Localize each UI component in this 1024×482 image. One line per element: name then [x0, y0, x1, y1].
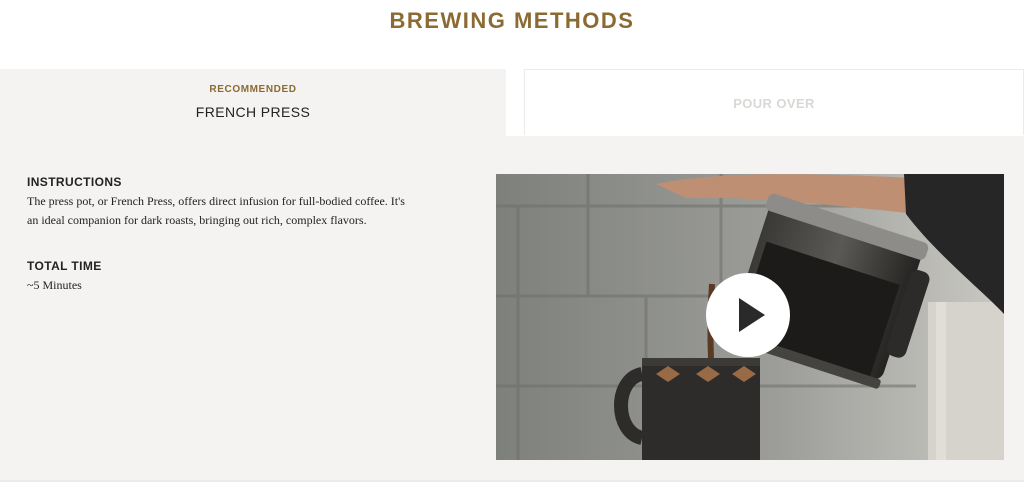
play-button[interactable] [706, 273, 790, 357]
total-time-value: ~5 Minutes [27, 278, 82, 292]
method-tabs: RECOMMENDED FRENCH PRESS POUR OVER [0, 69, 1024, 136]
total-time-heading: TOTAL TIME [27, 259, 102, 273]
play-icon [739, 298, 765, 332]
tab-french-press[interactable]: RECOMMENDED FRENCH PRESS [0, 69, 506, 136]
video-player[interactable] [496, 174, 1004, 460]
tab-french-press-label: FRENCH PRESS [195, 104, 311, 120]
brewing-methods-page: BREWING METHODS RECOMMENDED FRENCH PRESS… [0, 0, 1024, 482]
instructions-heading: INSTRUCTIONS [27, 175, 122, 189]
tab-pour-over[interactable]: POUR OVER [524, 69, 1024, 135]
page-title: BREWING METHODS [389, 8, 635, 33]
tab-pour-over-label: POUR OVER [733, 96, 815, 111]
instructions-line: an ideal companion for dark roasts, brin… [27, 213, 367, 227]
instructions-text: The press pot, or French Press, offers d… [27, 192, 467, 230]
instructions-line: The press pot, or French Press, offers d… [27, 194, 405, 208]
recommended-label: RECOMMENDED [209, 84, 297, 95]
